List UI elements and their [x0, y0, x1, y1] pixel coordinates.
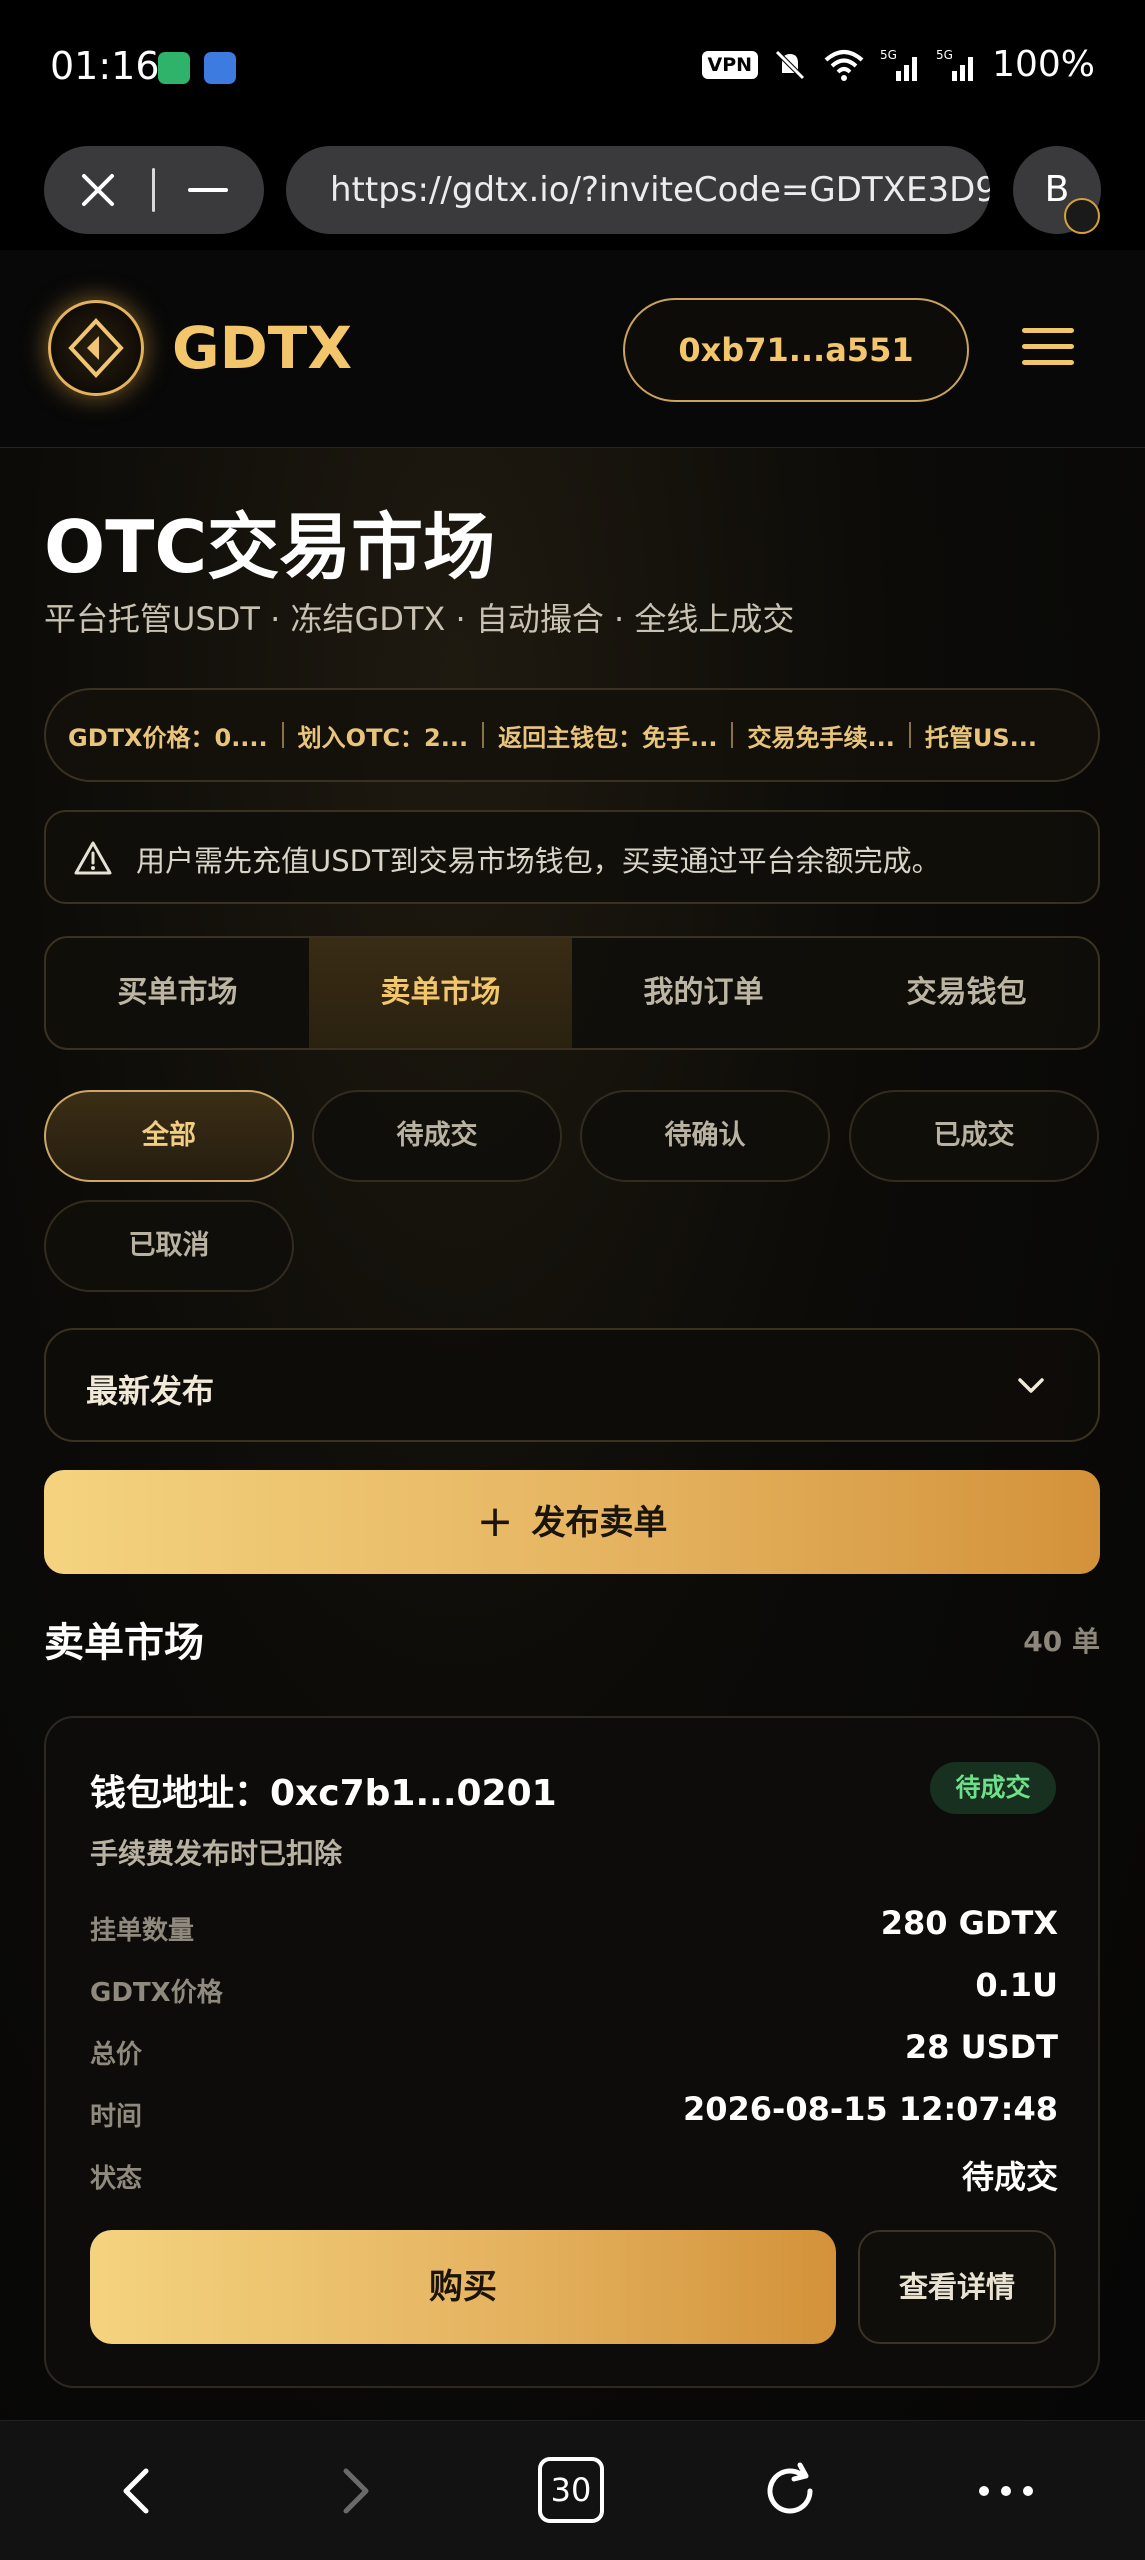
row-value: 280 GDTX: [880, 1904, 1058, 1942]
page-subtitle: 平台托管USDT · 冻结GDTX · 自动撮合 · 全线上成交: [44, 600, 795, 638]
plus-icon: +: [476, 1496, 514, 1547]
status-bar: 01:16 VPN 5G 5G 100%: [0, 0, 1145, 138]
more-icon[interactable]: [966, 2451, 1046, 2531]
ticker-item: GDTX价格：0....: [68, 723, 268, 752]
tab-buy-market[interactable]: 买单市场: [46, 938, 309, 1048]
notice-banner: 用户需先充值USDT到交易市场钱包，买卖通过平台余额完成。: [44, 810, 1100, 904]
row-value: 2026-08-15 12:07:48: [682, 2090, 1058, 2128]
wallet-extension-icon: [1064, 198, 1100, 234]
divider: [152, 168, 155, 212]
ticker-item: 托管US...: [924, 723, 1037, 752]
site-content: GDTX 0xb71...a551 OTC交易市场 平台托管USDT · 冻结G…: [0, 250, 1145, 2420]
order-row-price: GDTX价格 0.1U: [90, 1966, 1058, 2010]
tabs-count-button[interactable]: 30: [538, 2457, 604, 2523]
minimize-icon[interactable]: [188, 172, 228, 208]
site-header: GDTX 0xb71...a551: [0, 250, 1145, 448]
order-row-total: 总价 28 USDT: [90, 2028, 1058, 2072]
browser-toolbar: https://gdtx.io/?inviteCode=GDTXE3D9&...…: [0, 138, 1145, 250]
app-notification-icon: [204, 52, 236, 84]
market-tabs: 买单市场 卖单市场 我的订单 交易钱包: [44, 936, 1100, 1050]
app-notification-icon: [158, 52, 190, 84]
vpn-icon: VPN: [701, 50, 759, 79]
divider: [281, 722, 284, 748]
browser-bottom-nav: 30: [0, 2420, 1145, 2560]
divider: [908, 722, 911, 748]
row-label: 状态: [90, 2164, 143, 2194]
filter-to-confirm[interactable]: 待确认: [580, 1090, 830, 1182]
browser-window-controls: [44, 146, 264, 234]
forward-icon[interactable]: [314, 2451, 394, 2531]
row-label: 总价: [90, 2040, 143, 2070]
address-bar[interactable]: https://gdtx.io/?inviteCode=GDTXE3D9&...: [286, 146, 990, 234]
row-label: 时间: [90, 2102, 143, 2132]
menu-icon[interactable]: [1022, 328, 1074, 372]
ticker-item: 交易免手续...: [747, 723, 895, 752]
buy-button[interactable]: 购买: [90, 2230, 836, 2344]
brand-name[interactable]: GDTX: [172, 314, 352, 382]
row-label: 挂单数量: [90, 1916, 195, 1946]
sort-selected-label: 最新发布: [86, 1372, 215, 1410]
row-value: 待成交: [961, 2158, 1058, 2196]
tab-sell-market[interactable]: 卖单市场: [309, 938, 572, 1048]
order-row-time: 时间 2026-08-15 12:07:48: [90, 2090, 1058, 2134]
wifi-icon: [824, 49, 864, 81]
order-row-status: 状态 待成交: [90, 2152, 1058, 2196]
mute-icon: [775, 49, 805, 80]
row-value: 28 USDT: [904, 2028, 1058, 2066]
row-value: 0.1U: [975, 1966, 1058, 2004]
info-ticker: GDTX价格：0.... 划入OTC：2... 返回主钱包：免手... 交易免手…: [44, 688, 1100, 782]
refresh-icon[interactable]: [750, 2451, 830, 2531]
filter-cancelled[interactable]: 已取消: [44, 1200, 294, 1292]
order-row-quantity: 挂单数量 280 GDTX: [90, 1904, 1058, 1948]
signal-icon: 5G: [936, 48, 974, 81]
ticker-item: 划入OTC：2...: [297, 723, 469, 752]
fee-note: 手续费发布时已扣除: [90, 1837, 343, 1870]
order-card: 钱包地址：0xc7b1...0201 待成交 手续费发布时已扣除 挂单数量 28…: [44, 1716, 1100, 2388]
order-count: 40 单: [1023, 1625, 1100, 1658]
tab-my-orders[interactable]: 我的订单: [572, 938, 835, 1048]
chevron-down-icon: [1018, 1378, 1044, 1393]
filter-completed[interactable]: 已成交: [849, 1090, 1099, 1182]
sort-select[interactable]: 最新发布: [44, 1328, 1100, 1442]
svg-text:5G: 5G: [880, 48, 897, 62]
signal-icon: 5G: [880, 48, 918, 81]
tab-trade-wallet[interactable]: 交易钱包: [835, 938, 1098, 1048]
filter-pending[interactable]: 待成交: [312, 1090, 562, 1182]
status-badge: 待成交: [930, 1762, 1056, 1814]
order-wallet-address: 钱包地址：0xc7b1...0201: [90, 1773, 557, 1814]
logo-icon[interactable]: [48, 300, 144, 396]
svg-text:5G: 5G: [936, 48, 953, 62]
divider: [731, 722, 734, 748]
filter-all[interactable]: 全部: [44, 1090, 294, 1182]
row-label: GDTX价格: [90, 1978, 223, 2008]
publish-sell-order-button[interactable]: + 发布卖单: [44, 1470, 1100, 1574]
section-title: 卖单市场: [44, 1620, 204, 1666]
page-title: OTC交易市场: [44, 505, 496, 589]
notice-text: 用户需先充值USDT到交易市场钱包，买卖通过平台余额完成。: [136, 844, 941, 878]
ticker-item: 返回主钱包：免手...: [498, 723, 718, 752]
back-icon[interactable]: [98, 2451, 178, 2531]
status-time: 01:16: [50, 44, 160, 88]
close-icon[interactable]: [80, 172, 116, 208]
battery-percent: 100%: [992, 44, 1095, 85]
divider: [482, 722, 485, 748]
view-details-button[interactable]: 查看详情: [858, 2230, 1056, 2344]
wallet-address-button[interactable]: 0xb71...a551: [623, 298, 969, 402]
publish-label: 发布卖单: [531, 1503, 668, 1543]
warning-icon: [74, 841, 112, 875]
status-indicators: VPN 5G 5G 100%: [701, 44, 1095, 85]
